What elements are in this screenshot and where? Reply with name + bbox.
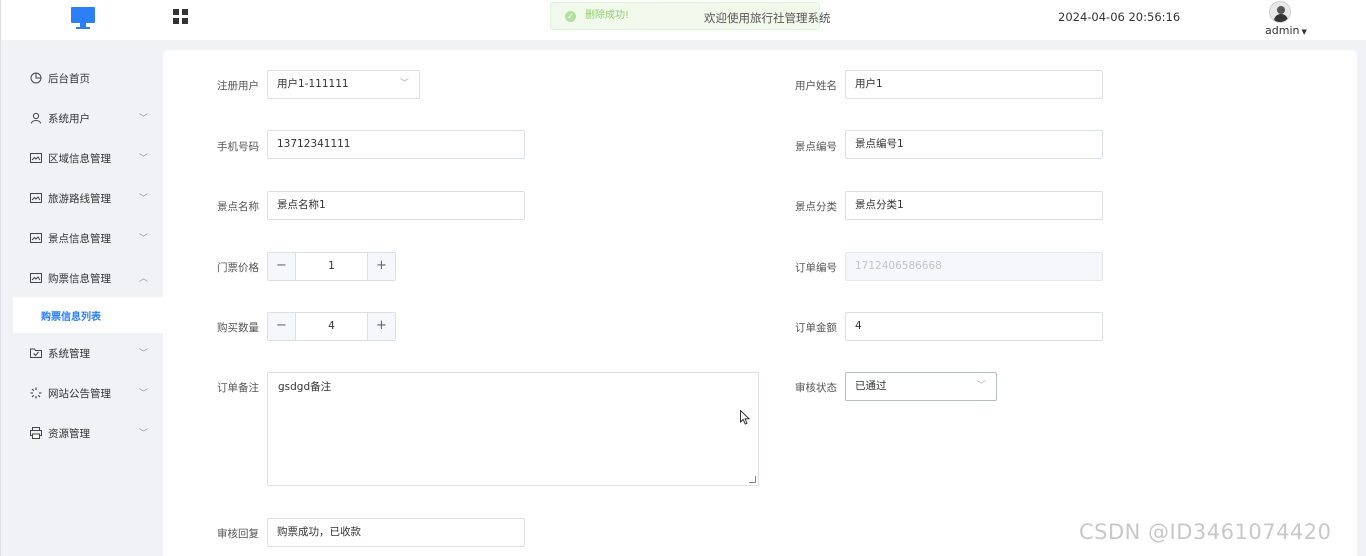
spot-category-input[interactable]: 景点分类1 xyxy=(845,191,1103,220)
phone-label: 手机号码 xyxy=(217,141,259,153)
chevron-down-icon: ▼ xyxy=(1301,28,1307,36)
chevron-down-icon: ﹀ xyxy=(139,154,149,164)
audit-status-select[interactable]: 已通过 ﹀ xyxy=(845,372,997,401)
qty-value[interactable]: 4 xyxy=(296,313,367,340)
spot-name-label: 景点名称 xyxy=(217,201,259,213)
decrement-button[interactable]: − xyxy=(268,313,296,340)
audit-status-label: 审核状态 xyxy=(795,382,837,394)
watermark: CSDN @ID3461074420 xyxy=(1079,520,1332,544)
check-circle-icon: ✓ xyxy=(565,11,576,22)
sidebar-item-label: 系统管理 xyxy=(48,348,90,360)
loading-icon xyxy=(30,387,42,399)
chevron-down-icon: ﹀ xyxy=(139,429,149,439)
reg-user-label: 注册用户 xyxy=(217,80,259,92)
remark-label: 订单备注 xyxy=(217,382,259,394)
sidebar-item-notice[interactable]: 网站公告管理 ﹀ xyxy=(1,377,163,409)
price-stepper[interactable]: − 1 + xyxy=(267,252,396,281)
phone-input[interactable]: 13712341111 xyxy=(267,130,525,159)
sidebar-item-label: 区域信息管理 xyxy=(48,153,111,165)
sidebar-item-region[interactable]: 区域信息管理 ﹀ xyxy=(1,142,163,174)
reg-user-value: 用户1-111111 xyxy=(277,78,349,90)
sidebar-item-label: 后台首页 xyxy=(48,73,90,85)
sidebar-item-label: 系统用户 xyxy=(48,113,90,125)
picture-icon xyxy=(30,233,42,243)
remark-textarea[interactable]: gsdgd备注 xyxy=(267,372,759,486)
user-menu[interactable]: admin ▼ xyxy=(1265,24,1307,37)
decrement-button[interactable]: − xyxy=(268,253,296,280)
spot-category-label: 景点分类 xyxy=(795,201,837,213)
increment-button[interactable]: + xyxy=(367,313,395,340)
order-no-label: 订单编号 xyxy=(795,262,837,274)
chevron-down-icon: ﹀ xyxy=(139,194,149,204)
audit-status-value: 已通过 xyxy=(855,380,887,392)
monitor-icon xyxy=(71,7,95,29)
price-value[interactable]: 1 xyxy=(296,253,367,280)
sidebar-item-label: 景点信息管理 xyxy=(48,233,111,245)
spot-name-input[interactable]: 景点名称1 xyxy=(267,191,525,220)
reply-input[interactable]: 购票成功，已收款 xyxy=(267,518,525,547)
sidebar: 后台首页 系统用户 ﹀ 区域信息管理 ﹀ 旅游路线管理 ﹀ 景点信息管理 ﹀ 购… xyxy=(0,40,163,556)
sidebar-item-resource[interactable]: 资源管理 ﹀ xyxy=(1,417,163,449)
printer-icon xyxy=(30,427,42,439)
chevron-down-icon: ﹀ xyxy=(139,389,149,399)
toast-message: 删除成功! xyxy=(585,10,630,21)
username: admin xyxy=(1265,24,1300,37)
sidebar-item-label: 网站公告管理 xyxy=(48,388,111,400)
sidebar-item-spot[interactable]: 景点信息管理 ﹀ xyxy=(1,222,163,254)
remark-value: gsdgd备注 xyxy=(278,381,332,393)
increment-button[interactable]: + xyxy=(367,253,395,280)
chevron-down-icon: ﹀ xyxy=(976,381,986,391)
datetime-display: 2024-04-06 20:56:16 xyxy=(1058,10,1181,24)
mouse-pointer-icon xyxy=(740,410,750,425)
chevron-down-icon: ﹀ xyxy=(139,114,149,124)
chevron-down-icon: ﹀ xyxy=(139,349,149,359)
user-name-input[interactable]: 用户1 xyxy=(845,70,1103,99)
chevron-down-icon: ﹀ xyxy=(399,79,409,89)
amount-input[interactable]: 4 xyxy=(845,312,1103,341)
folder-icon xyxy=(30,348,42,358)
sidebar-item-system-users[interactable]: 系统用户 ﹀ xyxy=(1,102,163,134)
resize-handle-icon[interactable] xyxy=(749,476,756,483)
clock-icon xyxy=(30,72,42,84)
sidebar-item-label: 旅游路线管理 xyxy=(48,193,111,205)
sidebar-item-label: 资源管理 xyxy=(48,428,90,440)
avatar[interactable] xyxy=(1269,1,1291,23)
sidebar-item-home[interactable]: 后台首页 xyxy=(1,62,163,94)
picture-icon xyxy=(30,273,42,283)
reg-user-select[interactable]: 用户1-111111 ﹀ xyxy=(267,70,420,99)
grid-icon[interactable] xyxy=(173,9,188,24)
qty-label: 购买数量 xyxy=(217,322,259,334)
price-label: 门票价格 xyxy=(217,262,259,274)
top-bar: ✓ 删除成功! 欢迎使用旅行社管理系统 2024-04-06 20:56:16 … xyxy=(0,0,1366,40)
sidebar-item-ticket[interactable]: 购票信息管理 ︿ xyxy=(1,262,163,294)
sidebar-subitem-label: 购票信息列表 xyxy=(41,312,101,323)
sidebar-item-system[interactable]: 系统管理 ﹀ xyxy=(1,337,163,369)
sidebar-item-route[interactable]: 旅游路线管理 ﹀ xyxy=(1,182,163,214)
sidebar-subitem-ticket-list[interactable]: 购票信息列表 xyxy=(13,297,163,333)
order-no-input: 1712406586668 xyxy=(845,252,1103,281)
picture-icon xyxy=(30,193,42,203)
spot-no-label: 景点编号 xyxy=(795,141,837,153)
reply-label: 审核回复 xyxy=(217,528,259,540)
qty-stepper[interactable]: − 4 + xyxy=(267,312,396,341)
user-name-label: 用户姓名 xyxy=(795,80,837,92)
spot-no-input[interactable]: 景点编号1 xyxy=(845,130,1103,159)
amount-label: 订单金额 xyxy=(795,322,837,334)
user-icon xyxy=(31,112,41,124)
picture-icon xyxy=(30,153,42,163)
chevron-down-icon: ﹀ xyxy=(139,234,149,244)
sidebar-item-label: 购票信息管理 xyxy=(48,273,111,285)
welcome-text: 欢迎使用旅行社管理系统 xyxy=(704,11,831,25)
chevron-up-icon: ︿ xyxy=(139,274,149,284)
